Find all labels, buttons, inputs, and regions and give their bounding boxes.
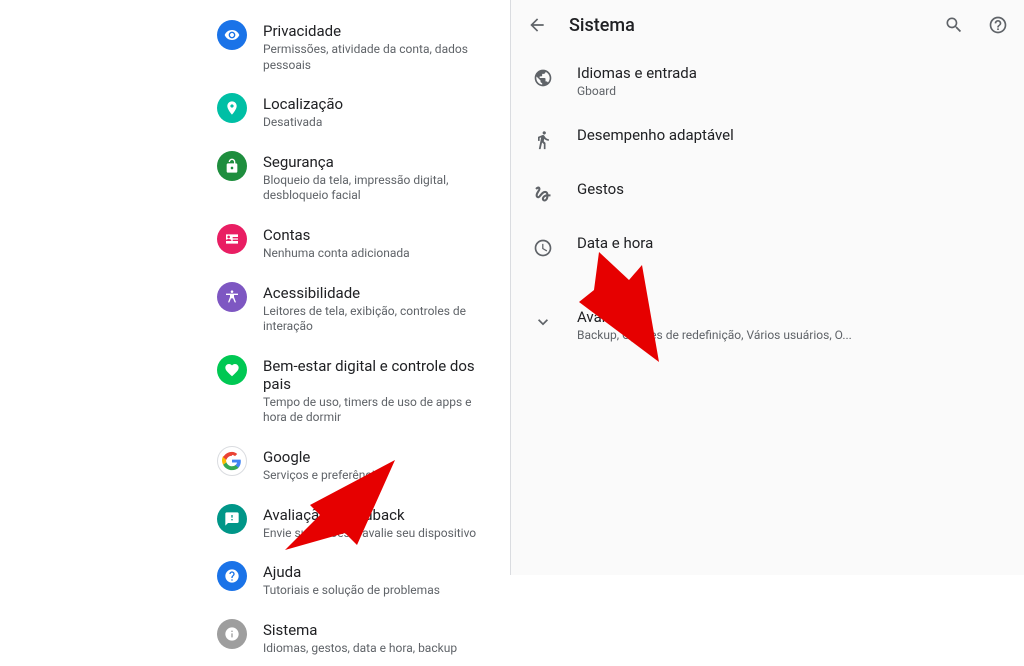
help-sub: Tutoriais e solução de problemas bbox=[263, 583, 498, 599]
wellbeing-title: Bem-estar digital e controle dos pais bbox=[263, 357, 498, 393]
system-settings-panel: Sistema Idiomas e entrada Gboard Desempe… bbox=[510, 0, 1024, 575]
search-icon[interactable] bbox=[942, 13, 966, 37]
feedback-sub: Envie sugestões e avalie seu dispositivo bbox=[263, 526, 498, 542]
accessibility-sub: Leitores de tela, exibição, controles de… bbox=[263, 304, 498, 335]
system-row-datetime[interactable]: Data e hora bbox=[511, 220, 1024, 274]
setting-row-google[interactable]: Google Serviços e preferências bbox=[0, 436, 510, 494]
setting-row-accounts[interactable]: Contas Nenhuma conta adicionada bbox=[0, 214, 510, 272]
google-icon bbox=[217, 446, 247, 476]
languages-text: Idiomas e entrada Gboard bbox=[577, 64, 1004, 98]
setting-row-help[interactable]: Ajuda Tutoriais e solução de problemas bbox=[0, 551, 510, 609]
feedback-title: Avaliação e feedback bbox=[263, 506, 498, 524]
accessibility-text: Acessibilidade Leitores de tela, exibiçã… bbox=[263, 282, 498, 335]
help-text: Ajuda Tutoriais e solução de problemas bbox=[263, 561, 498, 599]
globe-icon bbox=[531, 66, 555, 90]
clock-icon bbox=[531, 236, 555, 260]
location-text: Localização Desativada bbox=[263, 93, 498, 131]
setting-row-security[interactable]: Segurança Bloqueio da tela, impressão di… bbox=[0, 141, 510, 214]
privacy-title: Privacidade bbox=[263, 22, 498, 40]
security-title: Segurança bbox=[263, 153, 498, 171]
help-icon bbox=[217, 561, 247, 591]
advanced-title: Avançado bbox=[577, 308, 1004, 326]
setting-row-privacy[interactable]: Privacidade Permissões, atividade da con… bbox=[0, 10, 510, 83]
advanced-text: Avançado Backup, Opções de redefinição, … bbox=[577, 308, 1004, 342]
performance-title: Desempenho adaptável bbox=[577, 126, 1004, 144]
system-row-performance[interactable]: Desempenho adaptável bbox=[511, 112, 1024, 166]
location-icon bbox=[217, 93, 247, 123]
security-text: Segurança Bloqueio da tela, impressão di… bbox=[263, 151, 498, 204]
accounts-title: Contas bbox=[263, 226, 498, 244]
google-text: Google Serviços e preferências bbox=[263, 446, 498, 484]
languages-sub: Gboard bbox=[577, 84, 1004, 98]
setting-row-location[interactable]: Localização Desativada bbox=[0, 83, 510, 141]
accessibility-title: Acessibilidade bbox=[263, 284, 498, 302]
system-row-advanced[interactable]: Avançado Backup, Opções de redefinição, … bbox=[511, 294, 1024, 356]
system-header: Sistema bbox=[511, 0, 1024, 50]
system-row-languages[interactable]: Idiomas e entrada Gboard bbox=[511, 50, 1024, 112]
security-icon bbox=[217, 151, 247, 181]
wellbeing-icon bbox=[217, 355, 247, 385]
system-title: Sistema bbox=[263, 621, 498, 639]
privacy-sub: Permissões, atividade da conta, dados pe… bbox=[263, 42, 498, 73]
help-outline-icon[interactable] bbox=[986, 13, 1010, 37]
location-title: Localização bbox=[263, 95, 498, 113]
performance-icon bbox=[531, 128, 555, 152]
chevron-down-icon bbox=[531, 310, 555, 334]
wellbeing-sub: Tempo de uso, timers de uso de apps e ho… bbox=[263, 395, 498, 426]
datetime-title: Data e hora bbox=[577, 234, 1004, 252]
google-sub: Serviços e preferências bbox=[263, 468, 498, 484]
system-row-gestures[interactable]: Gestos bbox=[511, 166, 1024, 220]
setting-row-wellbeing[interactable]: Bem-estar digital e controle dos pais Te… bbox=[0, 345, 510, 436]
location-sub: Desativada bbox=[263, 115, 498, 131]
accounts-sub: Nenhuma conta adicionada bbox=[263, 246, 498, 262]
feedback-text: Avaliação e feedback Envie sugestões e a… bbox=[263, 504, 498, 542]
wellbeing-text: Bem-estar digital e controle dos pais Te… bbox=[263, 355, 498, 426]
system-header-title: Sistema bbox=[569, 15, 922, 36]
gestures-title: Gestos bbox=[577, 180, 1004, 198]
settings-main-list: Privacidade Permissões, atividade da con… bbox=[0, 0, 510, 575]
accounts-icon bbox=[217, 224, 247, 254]
setting-row-system[interactable]: Sistema Idiomas, gestos, data e hora, ba… bbox=[0, 609, 510, 666]
accounts-text: Contas Nenhuma conta adicionada bbox=[263, 224, 498, 262]
system-icon bbox=[217, 619, 247, 649]
advanced-sub: Backup, Opções de redefinição, Vários us… bbox=[577, 328, 1004, 342]
privacy-icon bbox=[217, 20, 247, 50]
gestures-icon bbox=[531, 182, 555, 206]
setting-row-feedback[interactable]: Avaliação e feedback Envie sugestões e a… bbox=[0, 494, 510, 552]
back-button[interactable] bbox=[525, 13, 549, 37]
gestures-text: Gestos bbox=[577, 180, 1004, 198]
datetime-text: Data e hora bbox=[577, 234, 1004, 252]
feedback-icon bbox=[217, 504, 247, 534]
google-title: Google bbox=[263, 448, 498, 466]
languages-title: Idiomas e entrada bbox=[577, 64, 1004, 82]
security-sub: Bloqueio da tela, impressão digital, des… bbox=[263, 173, 498, 204]
setting-row-accessibility[interactable]: Acessibilidade Leitores de tela, exibiçã… bbox=[0, 272, 510, 345]
help-title: Ajuda bbox=[263, 563, 498, 581]
spacer bbox=[511, 274, 1024, 294]
system-text: Sistema Idiomas, gestos, data e hora, ba… bbox=[263, 619, 498, 657]
system-sub: Idiomas, gestos, data e hora, backup bbox=[263, 641, 498, 657]
accessibility-icon bbox=[217, 282, 247, 312]
privacy-text: Privacidade Permissões, atividade da con… bbox=[263, 20, 498, 73]
performance-text: Desempenho adaptável bbox=[577, 126, 1004, 144]
